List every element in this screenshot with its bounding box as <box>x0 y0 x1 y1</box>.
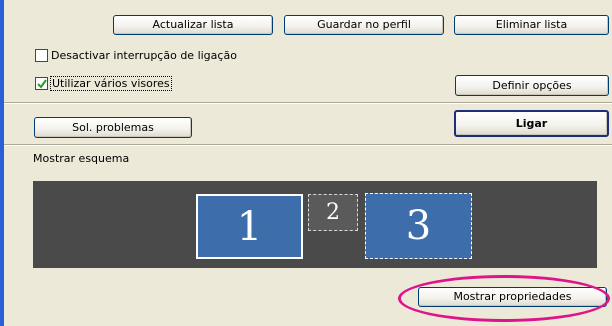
delete-list-button[interactable]: Eliminar lista <box>454 15 609 35</box>
use-multiple-displays-checkbox[interactable] <box>35 76 48 90</box>
disable-interruption-checkbox[interactable] <box>35 48 48 62</box>
monitor-3[interactable]: 3 <box>365 193 472 259</box>
set-options-button[interactable]: Definir opções <box>455 75 609 96</box>
divider-top <box>4 102 612 104</box>
checkmark-icon <box>37 78 47 89</box>
monitor-1[interactable]: 1 <box>196 194 303 259</box>
update-list-button[interactable]: Actualizar lista <box>113 15 273 35</box>
show-layout-label: Mostrar esquema <box>33 152 130 165</box>
monitor-2[interactable]: 2 <box>308 194 358 231</box>
connect-button[interactable]: Ligar <box>454 110 609 137</box>
display-layout-area: 1 2 3 <box>33 181 597 268</box>
monitor-1-number: 1 <box>236 203 263 250</box>
use-multiple-displays-label: Utilizar vários visores <box>50 75 172 91</box>
disable-interruption-label: Desactivar interrupção de ligação <box>51 48 237 62</box>
save-profile-button[interactable]: Guardar no perfil <box>284 15 444 35</box>
monitor-3-number: 3 <box>405 203 432 249</box>
monitor-2-number: 2 <box>326 200 340 225</box>
use-multiple-displays-row[interactable]: Utilizar vários visores <box>35 75 172 91</box>
show-properties-button[interactable]: Mostrar propriedades <box>418 287 607 307</box>
disable-interruption-row[interactable]: Desactivar interrupção de ligação <box>35 48 237 62</box>
divider-bottom <box>4 144 612 146</box>
troubleshoot-button[interactable]: Sol. problemas <box>34 117 192 138</box>
